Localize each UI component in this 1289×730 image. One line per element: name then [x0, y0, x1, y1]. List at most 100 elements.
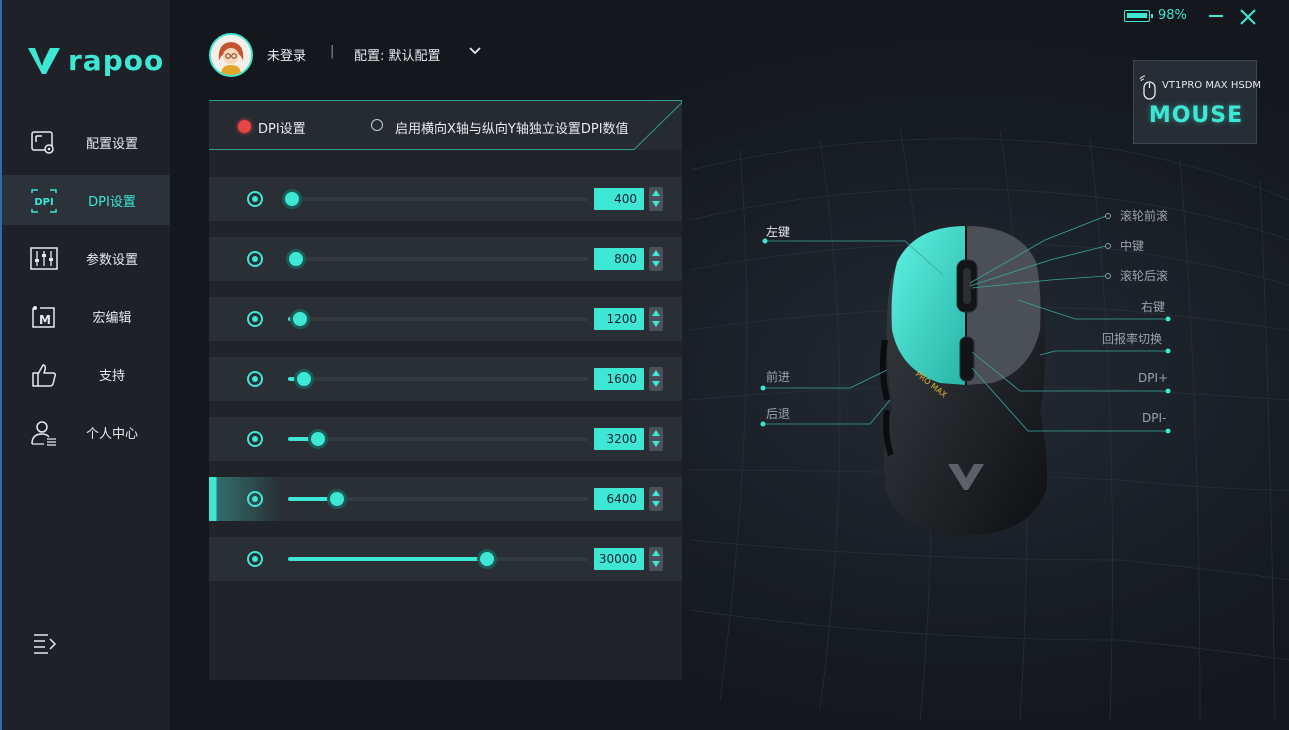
- dpi-row[interactable]: 1600: [209, 357, 682, 401]
- dpi-slider[interactable]: [288, 492, 588, 506]
- dpi-slider-handle[interactable]: [311, 432, 325, 446]
- callout-dpi-plus[interactable]: DPI+: [1138, 371, 1168, 385]
- dpi-value-input[interactable]: 1600: [594, 368, 644, 390]
- callout-scroll-up[interactable]: 滚轮前滚: [1120, 207, 1168, 224]
- dpi-value-input[interactable]: 1200: [594, 308, 644, 330]
- device-model-name: VT1PRO MAX HSDM: [1162, 80, 1262, 91]
- sidebar-item-params[interactable]: 参数设置: [2, 233, 170, 283]
- dpi-row[interactable]: 1200: [209, 297, 682, 341]
- dpi-enable-radio[interactable]: [247, 491, 263, 507]
- callout-scroll-down[interactable]: 滚轮后滚: [1120, 267, 1168, 284]
- dpi-value-input[interactable]: 400: [594, 188, 644, 210]
- stepper-down-icon[interactable]: [652, 381, 660, 387]
- callout-right-button[interactable]: 右键: [1141, 298, 1165, 315]
- svg-text:DPI: DPI: [34, 197, 53, 208]
- dpi-slider[interactable]: [288, 312, 588, 326]
- selected-row-highlight: [209, 477, 281, 521]
- minimize-icon[interactable]: [1207, 7, 1225, 25]
- dpi-enable-radio[interactable]: [247, 311, 263, 327]
- callout-polling-switch[interactable]: 回报率切换: [1102, 330, 1162, 347]
- sidebar-item-macro[interactable]: M 宏编辑: [2, 291, 170, 341]
- dpi-row[interactable]: 3200: [209, 417, 682, 461]
- dpi-slider-fill: [288, 557, 487, 561]
- dpi-enable-radio[interactable]: [247, 551, 263, 567]
- dpi-enable-radio[interactable]: [247, 371, 263, 387]
- rapoo-v-icon: [28, 47, 60, 74]
- dpi-slider-handle[interactable]: [329, 492, 344, 506]
- dpi-value-input[interactable]: 30000: [594, 548, 644, 570]
- dpi-tab-radio[interactable]: [238, 120, 251, 133]
- sidebar-item-config[interactable]: 配置设置: [2, 117, 170, 167]
- callout-back[interactable]: 后退: [766, 405, 790, 422]
- chevron-down-icon[interactable]: [468, 46, 482, 56]
- wireless-mouse-icon: [1139, 75, 1156, 100]
- close-icon[interactable]: [1238, 7, 1258, 27]
- sidebar-item-label: 个人中心: [85, 426, 138, 442]
- dpi-slider[interactable]: [288, 252, 588, 266]
- app-window: rapoo 配置设置 DPI DPI设置 参数设置 M 宏编辑 支持 个人中心 …: [0, 0, 1289, 730]
- callout-middle-button[interactable]: 中键: [1120, 237, 1144, 254]
- user-avatar[interactable]: [209, 33, 253, 77]
- logo-wordmark: rapoo: [68, 44, 165, 77]
- dpi-panel-header: DPI设置 启用横向X轴与纵向Y轴独立设置DPI数值: [209, 100, 682, 150]
- dpi-slider[interactable]: [288, 552, 588, 566]
- dpi-row[interactable]: 800: [209, 237, 682, 281]
- stepper-up-icon[interactable]: [652, 430, 660, 436]
- tab-xy-independent[interactable]: 启用横向X轴与纵向Y轴独立设置DPI数值: [395, 118, 629, 137]
- dpi-row[interactable]: 30000: [209, 537, 682, 581]
- dpi-stepper[interactable]: [649, 187, 663, 211]
- dpi-value-input[interactable]: 6400: [594, 488, 644, 510]
- user-center-icon: [31, 421, 56, 446]
- dpi-stepper[interactable]: [649, 487, 663, 511]
- dpi-stepper[interactable]: [649, 307, 663, 331]
- dpi-stepper[interactable]: [649, 547, 663, 571]
- svg-text:M: M: [39, 313, 51, 327]
- dpi-slider-handle[interactable]: [479, 552, 494, 566]
- sidebar-item-support[interactable]: 支持: [2, 349, 170, 399]
- callout-forward[interactable]: 前进: [766, 368, 790, 385]
- callout-left-button[interactable]: 左键: [766, 223, 790, 240]
- sliders-icon: [30, 247, 58, 270]
- stepper-up-icon[interactable]: [652, 310, 660, 316]
- dpi-stepper[interactable]: [649, 247, 663, 271]
- stepper-up-icon[interactable]: [652, 550, 660, 556]
- stepper-up-icon[interactable]: [652, 490, 660, 496]
- dpi-slider-handle[interactable]: [297, 372, 312, 386]
- stepper-up-icon[interactable]: [652, 190, 660, 196]
- sidebar-item-dpi[interactable]: DPI DPI设置: [2, 175, 170, 225]
- mouse-illustration: PRO MAX: [760, 213, 1171, 535]
- dpi-enable-radio[interactable]: [247, 431, 263, 447]
- stepper-down-icon[interactable]: [652, 201, 660, 207]
- dpi-enable-radio[interactable]: [247, 251, 263, 267]
- xy-independent-radio[interactable]: [371, 119, 383, 131]
- stepper-down-icon[interactable]: [652, 321, 660, 327]
- sidebar-item-label: 参数设置: [85, 252, 138, 268]
- dpi-row[interactable]: 400: [209, 177, 682, 221]
- sidebar-item-user-center[interactable]: 个人中心: [2, 407, 170, 457]
- dpi-slider-handle[interactable]: [293, 312, 307, 326]
- stepper-down-icon[interactable]: [652, 561, 660, 567]
- dpi-stepper[interactable]: [649, 367, 663, 391]
- stepper-down-icon[interactable]: [652, 261, 660, 267]
- dpi-stepper[interactable]: [649, 427, 663, 451]
- dpi-enable-radio[interactable]: [247, 191, 263, 207]
- callout-dpi-minus[interactable]: DPI-: [1142, 411, 1166, 425]
- stepper-up-icon[interactable]: [652, 250, 660, 256]
- user-name-label[interactable]: 未登录: [267, 45, 306, 64]
- stepper-down-icon[interactable]: [652, 441, 660, 447]
- stepper-up-icon[interactable]: [652, 370, 660, 376]
- dpi-slider-handle[interactable]: [289, 252, 304, 266]
- dpi-slider[interactable]: [288, 372, 588, 386]
- tab-dpi-settings[interactable]: DPI设置: [258, 118, 306, 137]
- dpi-value-input[interactable]: 3200: [594, 428, 644, 450]
- sidebar: rapoo 配置设置 DPI DPI设置 参数设置 M 宏编辑 支持 个人中心: [0, 0, 170, 730]
- dpi-slider-handle[interactable]: [284, 192, 299, 206]
- dpi-slider[interactable]: [288, 432, 588, 446]
- dpi-row[interactable]: 6400: [209, 477, 682, 521]
- dpi-slider[interactable]: [284, 192, 588, 206]
- dpi-value-input[interactable]: 800: [594, 248, 644, 270]
- avatar-icon: [211, 35, 251, 75]
- profile-selector-label[interactable]: 配置: 默认配置: [354, 45, 441, 64]
- stepper-down-icon[interactable]: [652, 501, 660, 507]
- menu-collapse-icon[interactable]: [32, 632, 58, 654]
